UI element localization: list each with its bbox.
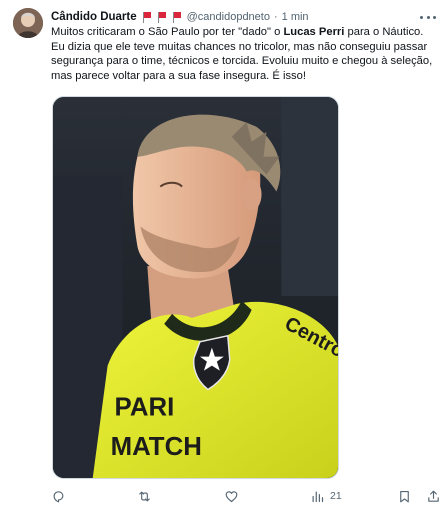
tweet-actions: 21 [51, 486, 441, 506]
heart-icon [225, 490, 238, 502]
views-icon [312, 491, 324, 502]
retweet-icon [139, 491, 150, 501]
reply-icon [53, 490, 64, 502]
jersey-text-top: PARI [115, 393, 175, 421]
bookmark-button[interactable] [397, 486, 412, 506]
tweet-header: Cândido Duarte @candidopdneto · 1 min [51, 9, 309, 25]
separator: · [273, 11, 278, 23]
reply-button[interactable] [51, 486, 66, 506]
timestamp[interactable]: 1 min [282, 9, 309, 25]
red-flag-icon [142, 11, 152, 23]
views-count: 21 [330, 490, 342, 502]
retweet-button[interactable] [137, 486, 152, 506]
tweet-image[interactable]: Centro PARI MATCH [52, 96, 339, 479]
bookmark-icon [400, 490, 409, 502]
more-options-icon[interactable] [420, 10, 436, 24]
avatar[interactable] [13, 8, 43, 38]
share-button[interactable] [426, 486, 441, 506]
like-button[interactable] [224, 486, 239, 506]
share-icon [428, 490, 439, 502]
author-flags [142, 11, 182, 23]
tweet[interactable]: Cândido Duarte @candidopdneto · 1 min Mu… [0, 0, 448, 516]
tweet-text-part: Muitos criticaram o São Paulo por ter "d… [51, 26, 284, 38]
author-name[interactable]: Cândido Duarte [51, 9, 137, 25]
views-button[interactable]: 21 [310, 486, 342, 506]
red-flag-icon [172, 11, 182, 23]
tweet-text: Muitos criticaram o São Paulo por ter "d… [51, 25, 439, 83]
mention-lucas-perri: Lucas Perri [283, 26, 345, 38]
author-handle[interactable]: @candidopdneto [187, 9, 270, 25]
jersey-text-bottom: MATCH [111, 433, 202, 461]
red-flag-icon [157, 11, 167, 23]
